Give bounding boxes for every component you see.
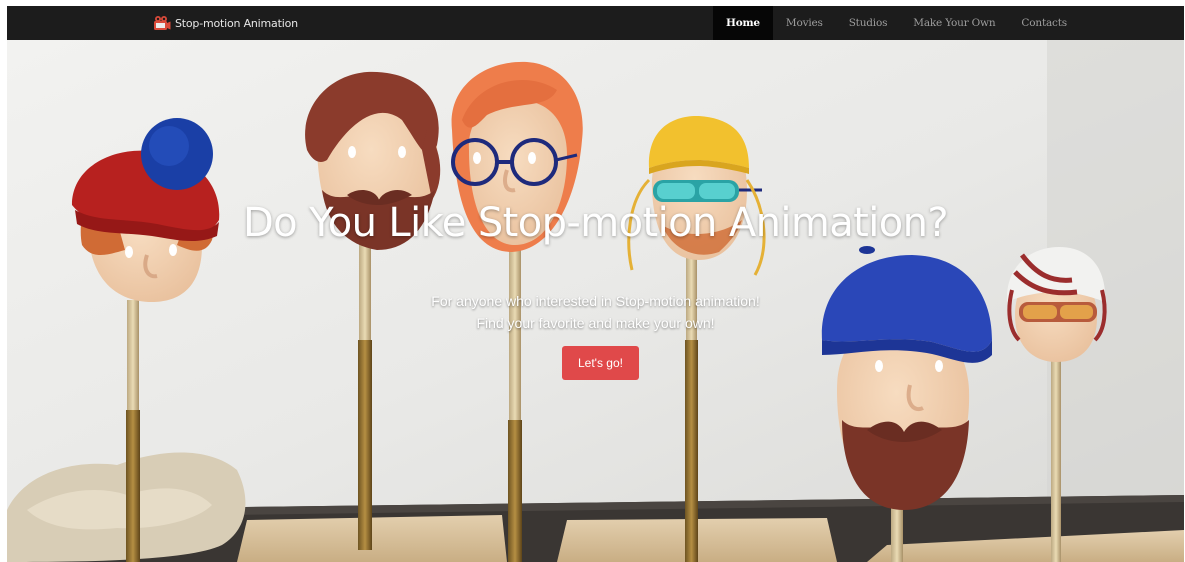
film-camera-icon (154, 16, 171, 30)
nav-make-your-own[interactable]: Make Your Own (900, 6, 1008, 40)
hero-background-image (7, 40, 1184, 562)
nav-contacts[interactable]: Contacts (1008, 6, 1080, 40)
brand-name: Stop-motion Animation (175, 16, 298, 30)
brand-link[interactable]: Stop-motion Animation (153, 6, 298, 40)
nav-movies[interactable]: Movies (773, 6, 836, 40)
navbar: Stop-motion Animation Home Movies Studio… (7, 6, 1184, 40)
hero-section: Do You Like Stop-motion Animation? For a… (7, 40, 1184, 562)
nav-studios[interactable]: Studios (836, 6, 901, 40)
page-frame: Stop-motion Animation Home Movies Studio… (7, 6, 1184, 562)
lets-go-button[interactable]: Let's go! (562, 346, 639, 380)
main-nav: Home Movies Studios Make Your Own Contac… (713, 6, 1080, 40)
nav-home[interactable]: Home (713, 6, 773, 40)
